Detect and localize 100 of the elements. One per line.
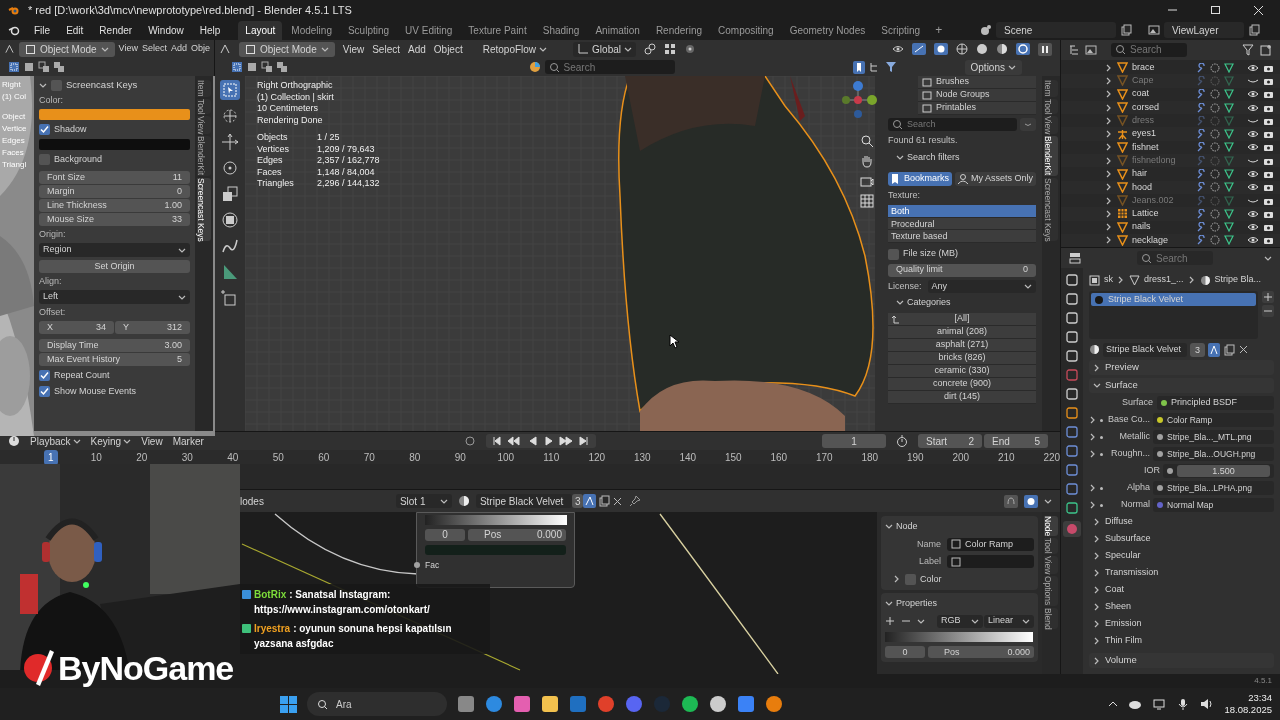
link-field[interactable]: Normal Map xyxy=(1153,498,1274,512)
section-header[interactable]: Properties xyxy=(885,597,1034,611)
object-name[interactable]: brace xyxy=(1132,60,1192,75)
menu-item[interactable]: View xyxy=(118,42,138,56)
subpanel-header[interactable]: Sheen xyxy=(1089,600,1274,614)
side-tab[interactable]: BlenderKit xyxy=(197,136,211,176)
menu-item[interactable]: lodes xyxy=(240,493,264,509)
subpanel-header[interactable]: Thin Film xyxy=(1089,634,1274,648)
search-field[interactable]: Search xyxy=(544,60,675,74)
menu-item[interactable]: View xyxy=(141,433,163,449)
link-field[interactable]: Stripe_Bla...OUGH.png xyxy=(1153,447,1274,461)
workspace-tab[interactable]: Compositing xyxy=(711,20,781,40)
section-header[interactable]: Search filters xyxy=(896,150,1036,165)
category-item[interactable]: [All] xyxy=(888,313,1036,326)
section-header[interactable]: Node xyxy=(885,520,1034,534)
search-field[interactable]: Search xyxy=(888,118,1017,131)
side-tab[interactable]: Screencast Keys xyxy=(1044,177,1058,242)
color-ramp-node[interactable]: 0 Pos 0.000 Fac xyxy=(416,512,575,588)
number-field[interactable]: Quality limit 0 xyxy=(888,263,1036,277)
side-tab[interactable]: Item xyxy=(197,80,211,97)
menu-item[interactable]: File xyxy=(28,22,57,38)
object-name[interactable]: nails xyxy=(1132,220,1192,234)
object-name[interactable]: hood xyxy=(1132,180,1192,195)
panel-header[interactable]: Surface xyxy=(1089,378,1274,393)
side-tab[interactable]: View xyxy=(1044,116,1058,135)
workspace-tab[interactable]: Rendering xyxy=(648,20,710,40)
scene-field[interactable]: Scene xyxy=(996,22,1116,38)
workspace-tab[interactable]: Sculpting xyxy=(340,20,397,40)
view-layer-field[interactable]: ViewLayer xyxy=(1164,22,1244,38)
panel-header[interactable]: Volume xyxy=(1089,653,1274,668)
object-name[interactable]: corsed xyxy=(1132,100,1192,115)
workspace-tab[interactable]: Layout xyxy=(238,20,283,40)
workspace-tab[interactable]: Shading xyxy=(535,20,587,40)
dropdown[interactable]: Any xyxy=(927,279,1036,293)
number-field[interactable]: Display Time 3.00 xyxy=(39,339,190,352)
material-field[interactable]: Stripe Black Velvet xyxy=(1103,342,1187,357)
breadcrumb-item[interactable]: dress1_... xyxy=(1144,273,1184,287)
category-item[interactable]: concrete (900) xyxy=(888,378,1036,391)
number-field[interactable]: Y 312 xyxy=(115,321,190,334)
number-field[interactable]: X 34 xyxy=(39,321,114,334)
workspace-tab[interactable]: Texture Paint xyxy=(461,20,534,40)
menu-item[interactable]: Obje xyxy=(191,42,210,56)
link-field[interactable]: Color Ramp xyxy=(1153,413,1274,427)
menu-item[interactable]: Select xyxy=(141,42,167,56)
asset-type-item[interactable]: Printables xyxy=(918,102,1036,115)
number-field[interactable]: Pos 0.000 xyxy=(928,645,1034,658)
dropdown[interactable]: Linear xyxy=(984,614,1034,628)
number-field[interactable]: Max Event History 5 xyxy=(39,353,190,366)
number-field[interactable]: Margin 0 xyxy=(39,185,190,198)
list-option[interactable]: Both xyxy=(888,205,1036,218)
number-field[interactable]: Pos 0.000 xyxy=(468,529,566,541)
menu-item[interactable]: Help xyxy=(193,22,227,38)
options-dropdown[interactable]: Options xyxy=(964,59,1022,75)
toggle-button[interactable]: Bookmarks xyxy=(888,171,952,186)
object-name[interactable]: Jeans.002 xyxy=(1132,193,1192,208)
side-tab[interactable]: View xyxy=(1044,555,1058,575)
dropdown[interactable]: Left xyxy=(39,290,190,304)
dropdown[interactable]: RGB xyxy=(937,614,983,628)
number-field[interactable]: Line Thickness 1.00 xyxy=(39,199,190,212)
breadcrumb-item[interactable]: sk xyxy=(1104,273,1113,287)
object-name[interactable]: fishnet xyxy=(1132,140,1192,155)
object-name[interactable]: hair xyxy=(1132,167,1192,181)
side-tab[interactable]: BlenderKit xyxy=(1044,136,1058,176)
category-item[interactable]: asphalt (271) xyxy=(888,339,1036,352)
side-tab[interactable]: Options xyxy=(1044,576,1058,606)
dropdown[interactable]: Region xyxy=(39,243,190,257)
search-field[interactable]: Ara xyxy=(307,692,447,716)
number-field[interactable]: Mouse Size 33 xyxy=(39,213,190,226)
workspace-tab[interactable]: Modeling xyxy=(284,20,339,40)
menu-item[interactable]: Window xyxy=(142,22,190,38)
workspace-tab[interactable]: Scripting xyxy=(874,20,928,40)
category-item[interactable]: dirt (145) xyxy=(888,391,1036,404)
mode-dropdown[interactable]: Object Mode xyxy=(239,41,335,57)
side-tab[interactable]: Node xyxy=(1044,516,1058,537)
asset-type-item[interactable]: Brushes xyxy=(918,76,1036,89)
panel-header[interactable]: Preview xyxy=(1089,360,1274,375)
subpanel-header[interactable]: Emission xyxy=(1089,617,1274,631)
menu-item[interactable]: Marker xyxy=(172,433,204,449)
category-item[interactable]: ceramic (330) xyxy=(888,365,1036,378)
link-field[interactable]: Stripe_Bla..._MTL.png xyxy=(1153,430,1274,444)
section-header[interactable]: Categories xyxy=(896,296,1036,310)
input-field[interactable]: Color Ramp xyxy=(947,537,1034,551)
object-name[interactable]: dress xyxy=(1132,114,1192,128)
side-tab[interactable]: Item xyxy=(1044,80,1058,97)
subpanel-header[interactable]: Specular xyxy=(1089,549,1274,563)
material-field[interactable]: Stripe Black Velvet xyxy=(475,494,572,508)
menu-item[interactable]: View xyxy=(342,41,365,57)
workspace-tab[interactable]: UV Editing xyxy=(398,20,460,40)
set-origin-button[interactable]: Set Origin xyxy=(39,260,190,273)
side-tab[interactable]: Tool xyxy=(197,98,211,115)
menu-item[interactable]: Playback xyxy=(30,433,81,449)
workspace-tab[interactable]: Animation xyxy=(588,20,647,40)
number-field[interactable]: End 5 xyxy=(984,434,1048,448)
link-field[interactable]: Principled BSDF xyxy=(1157,396,1274,410)
list-option[interactable]: Texture based xyxy=(888,230,1036,243)
side-tab[interactable]: Tool xyxy=(1044,538,1058,554)
subpanel-header[interactable]: Diffuse xyxy=(1089,515,1274,529)
menu-item[interactable]: Add xyxy=(408,41,426,57)
add-workspace-button[interactable]: + xyxy=(929,21,949,39)
link-field[interactable]: Stripe_Bla...LPHA.png xyxy=(1153,481,1274,495)
